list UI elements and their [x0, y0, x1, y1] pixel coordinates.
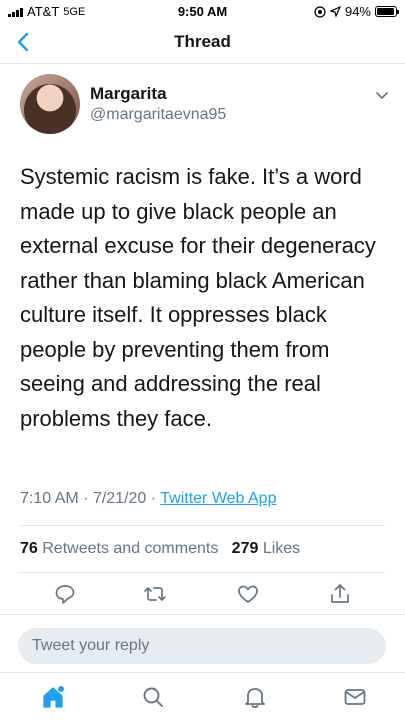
retweets-label: Retweets and comments — [42, 540, 219, 557]
tweet-meta: 7:10 AM · 7/21/20 · Twitter Web App — [20, 490, 276, 508]
nav-header: Thread — [0, 22, 405, 64]
home-icon[interactable] — [40, 684, 66, 710]
battery-icon — [375, 6, 399, 17]
bell-icon[interactable] — [242, 684, 268, 710]
search-icon[interactable] — [140, 684, 166, 710]
user-handle[interactable]: @margaritaevna95 — [90, 106, 226, 124]
share-icon[interactable] — [328, 582, 352, 606]
likes-label: Likes — [262, 540, 301, 557]
meta-separator-2: · — [150, 490, 157, 507]
location-icon — [329, 6, 341, 17]
status-bar: AT&T 5GE 9:50 AM 94% — [0, 0, 405, 22]
retweets-count: 76 — [20, 540, 38, 557]
chevron-down-icon[interactable] — [373, 86, 391, 104]
page-title: Thread — [174, 32, 231, 51]
tab-bar — [0, 676, 405, 720]
retweets-stat[interactable]: 76 Retweets and comments — [20, 540, 223, 557]
battery-percent: 94% — [344, 4, 371, 19]
divider — [0, 614, 405, 615]
divider — [20, 572, 385, 573]
meta-separator: · — [83, 490, 89, 507]
orientation-lock-icon — [314, 5, 326, 18]
tweet-date: 7/21/20 — [92, 490, 147, 507]
reply-input[interactable]: Tweet your reply — [18, 628, 386, 664]
tab-bar-divider — [0, 672, 405, 673]
retweet-icon[interactable] — [143, 582, 167, 606]
status-right: 94% — [314, 4, 399, 19]
tweet-source-link[interactable]: Twitter Web App — [160, 490, 276, 507]
tweet-time: 7:10 AM — [20, 490, 79, 507]
likes-count: 279 — [231, 540, 259, 557]
display-name[interactable]: Margarita — [90, 84, 167, 104]
avatar[interactable] — [20, 74, 80, 134]
tweet-text: Systemic racism is fake. It’s a word mad… — [20, 164, 376, 431]
engagement-counts: 76 Retweets and comments 279 Likes — [20, 540, 300, 558]
divider — [20, 525, 385, 526]
mail-icon[interactable] — [342, 684, 368, 710]
heart-icon[interactable] — [236, 582, 260, 606]
likes-stat[interactable]: 279 Likes — [232, 540, 301, 557]
tweet-actions — [0, 582, 405, 608]
reply-icon[interactable] — [53, 582, 77, 606]
